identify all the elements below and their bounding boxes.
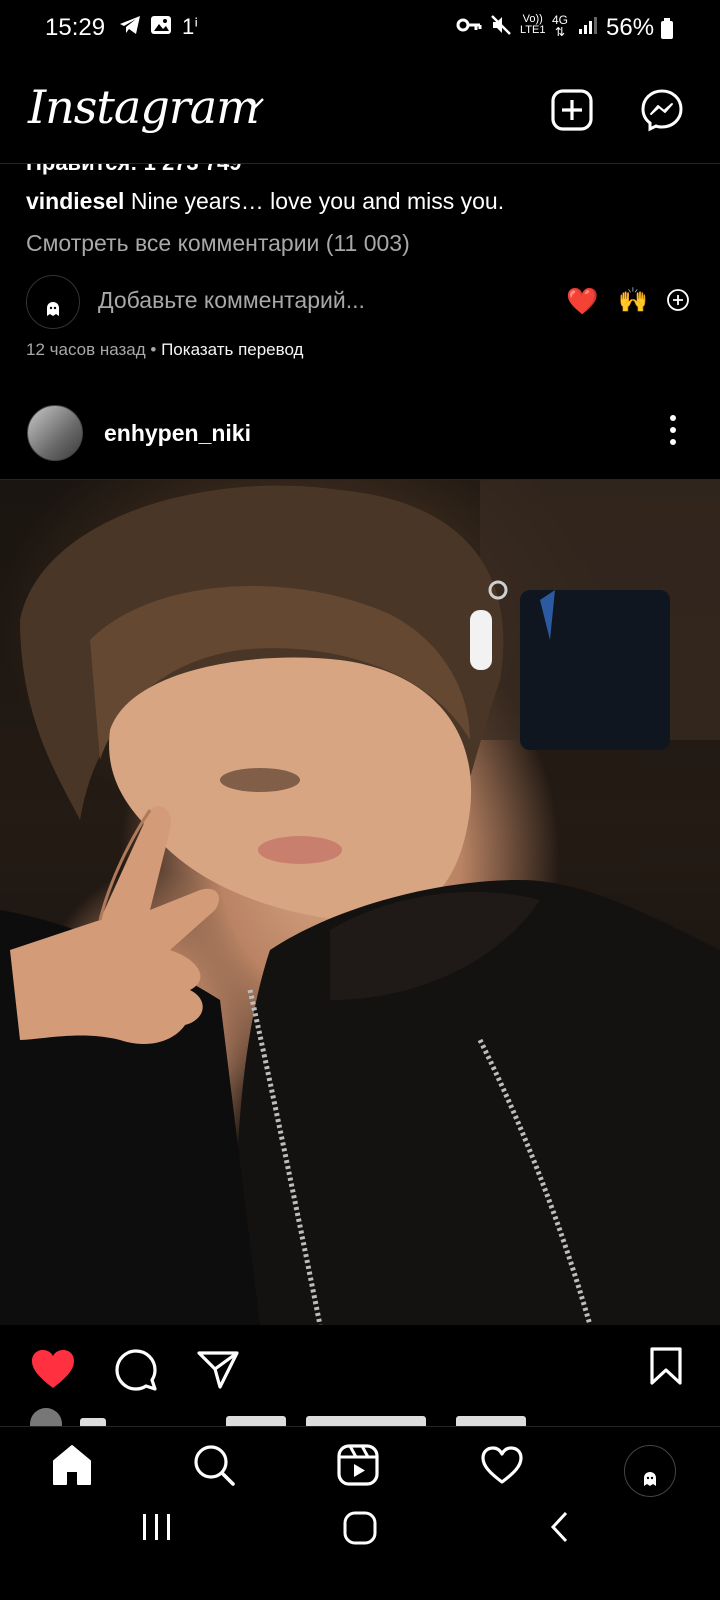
add-emoji-button[interactable] — [666, 288, 690, 317]
status-time: 15:29 — [45, 14, 106, 41]
notification-count-icon: 1ⁱ — [182, 14, 199, 39]
post-timestamp: 12 часов назад • Показать перевод — [26, 340, 303, 360]
time-ago: 12 часов назад — [26, 340, 146, 359]
system-navigation — [0, 1500, 720, 1600]
gallery-icon — [150, 14, 172, 42]
status-bar: 15:29 1ⁱ Vo)) LTE1 4G ⇅ 56% — [0, 0, 720, 60]
nav-profile[interactable] — [624, 1445, 676, 1497]
nav-activity[interactable] — [480, 1445, 524, 1490]
post-caption: vindiesel Nine years… love you and miss … — [26, 188, 504, 215]
telegram-icon — [118, 14, 142, 42]
caption-username[interactable]: vindiesel — [26, 188, 124, 214]
quick-emoji-heart[interactable]: ❤️ — [566, 286, 598, 317]
show-translation-link[interactable]: Показать перевод — [161, 340, 303, 359]
photo-illustration — [0, 480, 720, 1325]
avatar — [26, 275, 80, 329]
share-button[interactable] — [196, 1350, 240, 1395]
key-icon — [456, 14, 482, 42]
header-divider — [0, 163, 720, 164]
comment-icon — [115, 1349, 157, 1391]
back-button[interactable] — [548, 1510, 572, 1549]
more-vertical-icon — [670, 415, 676, 445]
post-image[interactable] — [0, 480, 720, 1325]
nav-home[interactable] — [50, 1443, 94, 1492]
recent-apps-button[interactable] — [140, 1512, 174, 1547]
messenger-icon — [641, 89, 683, 132]
volte-indicator: Vo)) LTE1 — [520, 14, 545, 36]
bookmark-icon — [650, 1347, 682, 1385]
heart-filled-icon — [32, 1350, 74, 1388]
lte-label: LTE1 — [520, 24, 546, 36]
nav-search[interactable] — [192, 1443, 236, 1492]
instagram-logo[interactable]: Instagram — [28, 80, 260, 134]
quick-emoji-raised-hands[interactable]: 🙌 — [618, 286, 648, 315]
separator: • — [145, 340, 162, 359]
battery-icon — [660, 18, 674, 45]
chevron-down-icon[interactable] — [244, 96, 266, 115]
like-button[interactable] — [30, 1348, 76, 1395]
send-icon — [197, 1351, 239, 1389]
nav-reels[interactable] — [336, 1443, 380, 1492]
plus-circle-icon — [667, 289, 689, 311]
view-all-comments-link[interactable]: Смотреть все комментарии (11 003) — [26, 230, 410, 257]
mute-icon — [490, 14, 512, 42]
home-circle-icon — [343, 1511, 377, 1545]
plus-square-icon — [551, 89, 593, 131]
messenger-button[interactable] — [640, 88, 684, 137]
liked-by-preview — [30, 1408, 526, 1426]
post-options-button[interactable] — [668, 414, 678, 451]
home-icon — [53, 1445, 91, 1485]
caption-text: Nine years… love you and miss you. — [124, 188, 505, 214]
search-icon — [194, 1445, 235, 1486]
ghost-avatar-icon — [47, 302, 59, 316]
liked-by-row-cut — [26, 1408, 706, 1426]
comment-input[interactable]: Добавьте комментарий... — [98, 287, 365, 314]
recents-icon — [143, 1514, 170, 1540]
ghost-avatar-icon — [644, 1472, 656, 1486]
app-header: Instagram — [0, 60, 720, 164]
data-indicator: 4G ⇅ — [552, 13, 569, 39]
signal-icon — [578, 14, 598, 42]
post-author-username[interactable]: enhypen_niki — [104, 420, 251, 447]
reels-icon — [337, 1444, 379, 1486]
heart-outline-icon — [481, 1446, 523, 1484]
post-author-avatar[interactable] — [27, 405, 83, 461]
home-system-button[interactable] — [342, 1510, 378, 1551]
battery-level: 56% — [606, 14, 655, 41]
comment-button[interactable] — [114, 1348, 158, 1397]
back-chevron-icon — [550, 1511, 568, 1543]
network-gen-label: 4G — [552, 13, 569, 27]
save-button[interactable] — [648, 1346, 684, 1391]
new-post-button[interactable] — [550, 88, 594, 137]
